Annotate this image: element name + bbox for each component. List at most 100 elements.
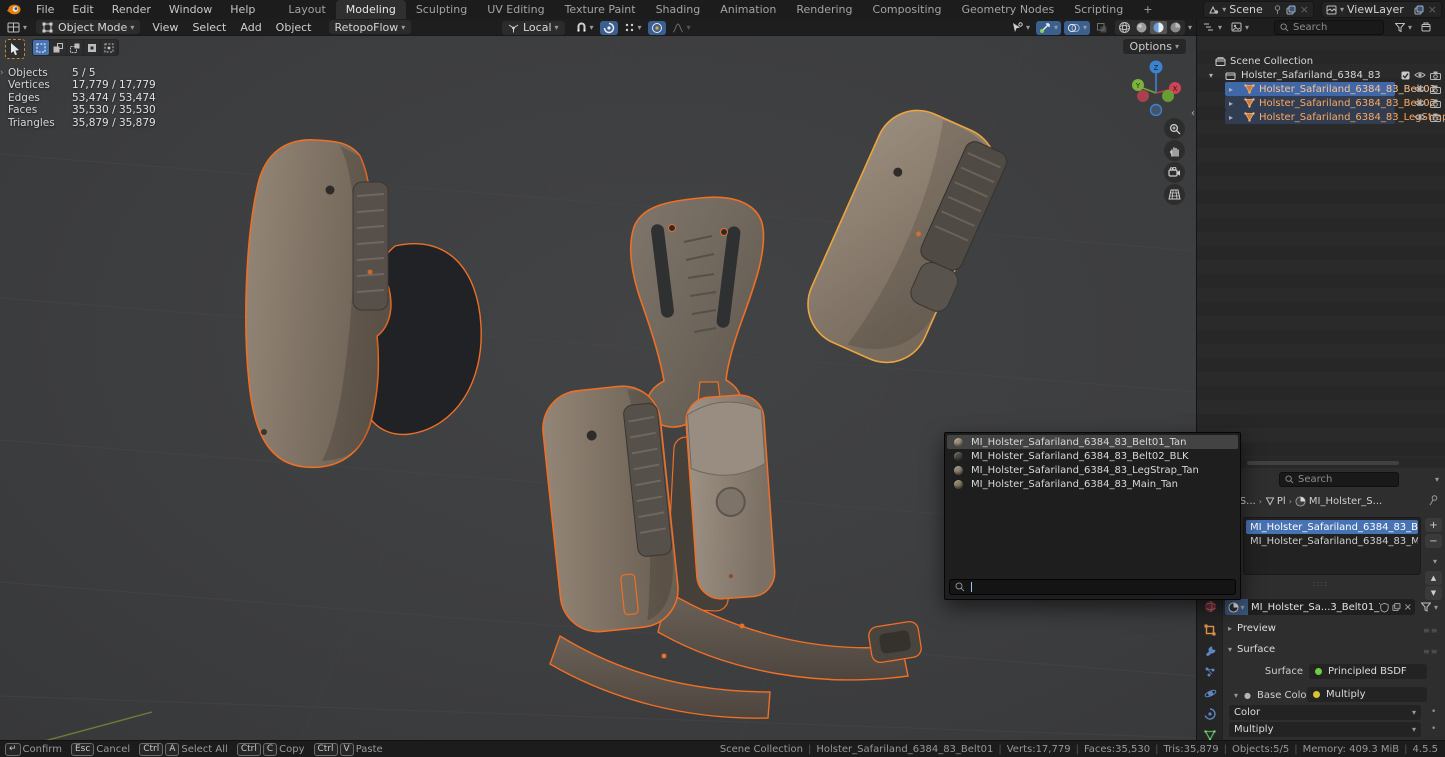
eye-icon[interactable]: [1414, 113, 1426, 121]
active-tool-tweak-button[interactable]: [5, 39, 25, 59]
tab-compositing[interactable]: Compositing: [863, 0, 952, 19]
snap-options-toggle[interactable]: [600, 21, 618, 35]
expand-caret-icon[interactable]: ▸: [1229, 85, 1233, 94]
show-gizmo-toggle[interactable]: ▾: [1036, 21, 1061, 35]
list-resize-grip[interactable]: ::::: [1313, 579, 1328, 588]
camera-render-icon[interactable]: [1430, 85, 1441, 94]
menu-object[interactable]: Object: [269, 21, 319, 34]
blender-logo-icon[interactable]: [6, 3, 21, 16]
camera-render-icon[interactable]: [1430, 99, 1441, 108]
menu-render[interactable]: Render: [103, 0, 160, 19]
transform-orientation-dropdown[interactable]: Local ▾: [502, 21, 565, 35]
show-overlays-toggle[interactable]: ▾: [1064, 21, 1090, 35]
gizmo-minus-y-axis[interactable]: [1162, 90, 1174, 102]
outliner-row-scene-collection[interactable]: Scene Collection: [1197, 54, 1445, 68]
checkbox-icon[interactable]: [1401, 71, 1410, 80]
menu-window[interactable]: Window: [160, 0, 221, 19]
view-layer-selector[interactable]: ▾ ViewLayer ×: [1321, 1, 1442, 18]
expand-caret-icon[interactable]: ▸: [1229, 113, 1233, 122]
unlink-material-icon[interactable]: ×: [1404, 602, 1412, 613]
shading-wireframe-button[interactable]: [1116, 21, 1133, 34]
unlink-scene-icon[interactable]: ×: [1300, 3, 1309, 16]
material-slot-main[interactable]: MI_Holster_Safariland_6384_83_Main_Tan: [1246, 534, 1418, 548]
color-output-select[interactable]: Color ▾: [1229, 705, 1421, 720]
breadcrumb-material[interactable]: MI_Holster_S...: [1309, 496, 1382, 507]
remove-material-slot-button[interactable]: −: [1425, 534, 1442, 548]
tab-rendering[interactable]: Rendering: [786, 0, 862, 19]
popup-search-input[interactable]: [949, 579, 1236, 595]
axis-navigation-gizmo[interactable]: Z Y X: [1127, 58, 1185, 116]
tab-shading[interactable]: Shading: [646, 0, 711, 19]
remove-view-layer-icon[interactable]: ×: [1428, 3, 1437, 16]
proportional-editing-dropdown[interactable]: ▾: [621, 21, 645, 35]
popup-item-legstrap-tan[interactable]: MI_Holster_Safariland_6384_83_LegStrap_T…: [947, 463, 1238, 477]
shading-rendered-button[interactable]: [1167, 21, 1184, 34]
chevron-down-icon[interactable]: ▾: [1435, 475, 1439, 484]
tab-sculpting[interactable]: Sculpting: [406, 0, 477, 19]
properties-search-input[interactable]: Search: [1279, 472, 1399, 487]
selectability-visibility-dropdown[interactable]: ▾: [1008, 21, 1033, 35]
popup-item-belt01-tan[interactable]: MI_Holster_Safariland_6384_83_Belt01_Tan: [947, 435, 1238, 449]
material-filter-button[interactable]: ▾: [1421, 599, 1438, 615]
scene-selector[interactable]: ▾ Scene ×: [1203, 1, 1314, 18]
new-view-layer-icon[interactable]: [1414, 5, 1424, 15]
toggle-perspective-button[interactable]: [1164, 184, 1185, 205]
shading-solid-button[interactable]: [1133, 21, 1150, 34]
menu-view[interactable]: View: [145, 21, 185, 34]
move-slot-up-button[interactable]: ▲: [1425, 571, 1442, 585]
gizmo-minus-z-axis[interactable]: [1151, 105, 1162, 116]
outliner-editor-type-button[interactable]: ▾: [1200, 20, 1225, 34]
zoom-button[interactable]: [1164, 118, 1185, 139]
outliner-row-legstrap[interactable]: ▸ Holster_Safariland_6384_83_LegStrap: [1197, 110, 1445, 124]
holster-object-belt01[interactable]: [246, 140, 481, 468]
menu-add[interactable]: Add: [233, 21, 268, 34]
menu-select[interactable]: Select: [185, 21, 233, 34]
add-material-slot-button[interactable]: +: [1425, 518, 1442, 532]
tab-object-properties[interactable]: [1202, 622, 1218, 638]
tab-texture-paint[interactable]: Texture Paint: [555, 0, 646, 19]
surface-panel-header[interactable]: ▾ Surface: [1225, 644, 1275, 655]
tab-scripting[interactable]: Scripting: [1064, 0, 1133, 19]
browse-material-button[interactable]: ▾: [1225, 599, 1248, 615]
stats-collapse-icon[interactable]: ›: [0, 68, 4, 78]
duplicate-material-icon[interactable]: [1392, 602, 1401, 612]
outliner-display-mode-button[interactable]: ▾: [1228, 20, 1252, 34]
decorator-dot-icon[interactable]: •: [1431, 707, 1436, 717]
surface-shader-field[interactable]: Principled BSDF: [1309, 664, 1427, 679]
tab-constraint-properties[interactable]: [1202, 706, 1218, 722]
editor-type-button[interactable]: ▾: [4, 20, 30, 34]
toggle-xray-button[interactable]: [1093, 21, 1111, 35]
popup-item-belt02-blk[interactable]: MI_Holster_Safariland_6384_83_Belt02_BLK: [947, 449, 1238, 463]
fake-user-shield-icon[interactable]: [1380, 602, 1389, 613]
holster-object-belt02[interactable]: [795, 97, 1017, 379]
outliner-row-belt01[interactable]: ▸ Holster_Safariland_6384_83_Belt01: [1197, 82, 1445, 96]
camera-render-icon[interactable]: [1430, 71, 1441, 80]
pin-icon[interactable]: [1429, 495, 1438, 506]
expand-caret-icon[interactable]: ▸: [1229, 99, 1233, 108]
outliner-row-belt02[interactable]: ▸ Holster_Safariland_6384_83_Belt02: [1197, 96, 1445, 110]
camera-render-icon[interactable]: [1430, 113, 1441, 122]
base-color-input-field[interactable]: Multiply: [1307, 687, 1427, 702]
new-collection-button[interactable]: [1418, 20, 1435, 34]
select-mode-invert-button[interactable]: [84, 40, 100, 55]
tab-particle-properties[interactable]: [1202, 664, 1218, 680]
tab-physics-properties[interactable]: [1202, 685, 1218, 701]
menu-file[interactable]: File: [27, 0, 63, 19]
snapping-toggle[interactable]: ▾: [573, 21, 597, 35]
retopoflow-menu[interactable]: RetopoFlow ▾: [329, 20, 412, 34]
tab-uv-editing[interactable]: UV Editing: [477, 0, 554, 19]
proportional-editing-toggle[interactable]: [648, 21, 666, 35]
mode-dropdown[interactable]: Object Mode ▾: [36, 20, 140, 34]
tab-animation[interactable]: Animation: [710, 0, 786, 19]
pin-icon[interactable]: [1273, 5, 1282, 15]
tab-modeling[interactable]: Modeling: [336, 0, 406, 19]
base-color-row-left[interactable]: ▾ ● Base Color: [1231, 688, 1311, 702]
tab-geometry-nodes[interactable]: Geometry Nodes: [951, 0, 1064, 19]
horizontal-scrollbar[interactable]: [1247, 461, 1399, 465]
proportional-falloff-dropdown[interactable]: ▾: [669, 21, 694, 35]
material-name-field[interactable]: MI_Holster_Sa...3_Belt01_Tan ×: [1248, 599, 1415, 615]
material-slot-belt01[interactable]: MI_Holster_Safariland_6384_83_Belt01_Tan: [1246, 520, 1418, 534]
popup-item-main-tan[interactable]: MI_Holster_Safariland_6384_83_Main_Tan: [947, 477, 1238, 491]
eye-icon[interactable]: [1414, 71, 1426, 79]
select-mode-extend-button[interactable]: [50, 40, 66, 55]
